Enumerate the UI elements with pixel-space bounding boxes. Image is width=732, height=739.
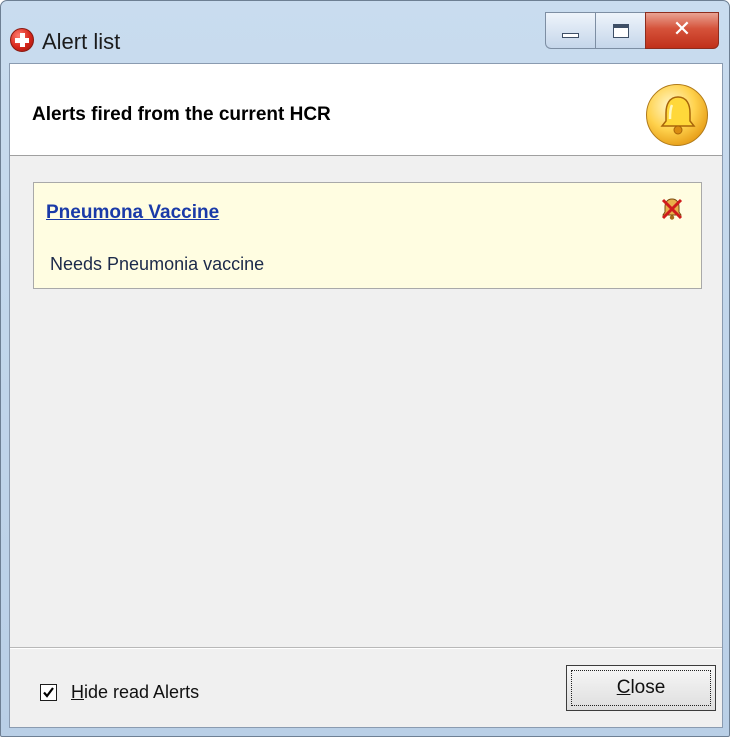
alert-description: Needs Pneumonia vaccine xyxy=(50,254,265,274)
alert-card: Pneumona Vaccine Needs Pneumonia vaccine xyxy=(33,182,702,289)
maximize-button[interactable] xyxy=(595,12,645,49)
header-panel: Alerts fired from the current HCR xyxy=(10,64,722,156)
red-cross-icon xyxy=(10,28,34,52)
close-button[interactable]: Close xyxy=(566,665,716,711)
title-bar[interactable]: Alert list ✕ xyxy=(1,1,729,63)
alert-list-window: Alert list ✕ Alerts fired from the curre… xyxy=(0,0,730,737)
minimize-icon xyxy=(562,33,579,38)
minimize-button[interactable] xyxy=(545,12,595,49)
hide-read-alerts-label: Hide read Alerts xyxy=(71,681,200,702)
close-button-focus: Close xyxy=(571,670,711,706)
close-icon: ✕ xyxy=(672,17,692,42)
caption-buttons: ✕ xyxy=(545,12,719,49)
alert-title-link[interactable]: Pneumona Vaccine xyxy=(46,202,219,224)
no-bell-icon[interactable] xyxy=(659,196,685,222)
hide-read-alerts-checkbox-row[interactable]: Hide read Alerts xyxy=(40,680,199,704)
hide-read-alerts-checkbox[interactable] xyxy=(40,683,57,701)
footer-divider xyxy=(10,647,722,649)
window-title: Alert list xyxy=(42,29,121,54)
header-title: Alerts fired from the current HCR xyxy=(32,104,331,125)
maximize-icon xyxy=(613,24,629,38)
bell-icon xyxy=(646,84,708,146)
window-client-area: Alerts fired from the current HCR Pneumo… xyxy=(9,63,723,728)
close-window-button[interactable]: ✕ xyxy=(645,12,719,49)
